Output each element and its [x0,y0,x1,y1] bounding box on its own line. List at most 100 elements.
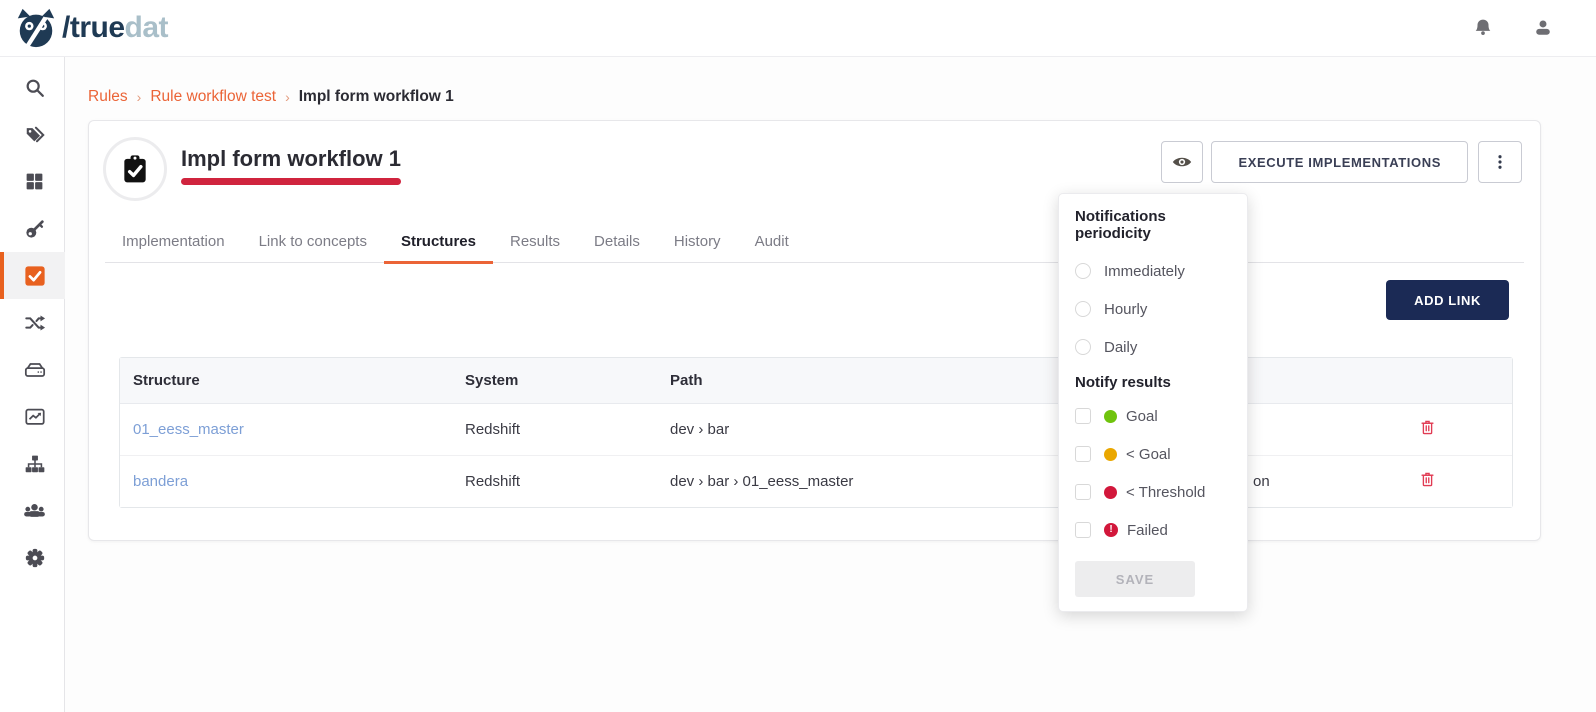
sidebar-item-quality[interactable] [0,393,65,440]
sidebar-item-key[interactable] [0,205,65,252]
save-button[interactable]: SAVE [1075,561,1195,597]
below-threshold-dot [1104,486,1117,499]
gear-icon [24,547,46,569]
extra-cell: on [1247,455,1342,507]
structure-link[interactable]: bandera [133,473,188,490]
system-cell: Redshift [452,404,657,455]
sidebar-item-lineage[interactable] [0,440,65,487]
system-cell: Redshift [452,455,657,507]
implementation-card: Impl form workflow 1 EXECUTE IMPLEMENTAT… [88,120,1541,541]
breadcrumb-separator: › [137,89,142,105]
trash-icon [1418,418,1437,437]
add-link-button[interactable]: ADD LINK [1386,280,1509,320]
execute-implementations-button[interactable]: EXECUTE IMPLEMENTATIONS [1211,141,1468,183]
tab-results[interactable]: Results [493,222,577,264]
radio-immediately[interactable] [1075,263,1091,279]
structure-link[interactable]: 01_eess_master [133,421,244,438]
tab-bar: Implementation Link to concepts Structur… [105,222,1524,263]
user-icon[interactable] [1532,17,1554,39]
table-row: 01_eess_master Redshift dev › bar [120,404,1512,455]
notify-results-title: Notify results [1075,374,1231,391]
sidebar-item-rules[interactable] [0,252,65,299]
chart-line-icon [24,406,46,428]
radio-option-daily[interactable]: Daily [1075,328,1231,366]
checkbox-option-failed[interactable]: ! Failed [1075,511,1231,549]
breadcrumb-rules[interactable]: Rules [88,88,128,106]
checkbox-option-below-goal[interactable]: < Goal [1075,435,1231,473]
structures-table: Structure System Path 01_eess_master Red… [119,357,1513,508]
breadcrumb-rule-workflow-test[interactable]: Rule workflow test [150,88,276,106]
checkbox-failed[interactable] [1075,522,1091,538]
checkbox-goal[interactable] [1075,408,1091,424]
radio-daily[interactable] [1075,339,1091,355]
owl-icon [14,6,58,50]
checkbox-label: Failed [1127,522,1168,539]
table-header-row: Structure System Path [120,358,1512,404]
checkbox-below-threshold[interactable] [1075,484,1091,500]
key-icon [24,218,46,240]
check-square-icon [24,265,46,287]
radio-option-immediately[interactable]: Immediately [1075,252,1231,290]
goal-dot [1104,410,1117,423]
eye-icon [1171,151,1193,173]
checkbox-label: < Goal [1126,446,1171,463]
tab-structures[interactable]: Structures [384,222,493,264]
sidebar [0,57,65,712]
radio-label: Immediately [1104,263,1185,280]
top-bar: /truedat [0,0,1596,57]
preview-button[interactable] [1161,141,1203,183]
entity-avatar [103,137,167,201]
sidebar-item-users[interactable] [0,487,65,534]
checkbox-label: < Threshold [1126,484,1205,501]
sidebar-item-tags[interactable] [0,111,65,158]
sidebar-item-shuffle[interactable] [0,299,65,346]
sidebar-item-storage[interactable] [0,346,65,393]
checkbox-below-goal[interactable] [1075,446,1091,462]
column-actions [1342,358,1512,404]
more-options-button[interactable] [1478,141,1522,183]
search-icon [24,77,46,99]
radio-label: Daily [1104,339,1137,356]
clipboard-check-icon [119,153,151,185]
trash-icon [1418,470,1437,489]
breadcrumb-separator: › [285,89,290,105]
radio-label: Hourly [1104,301,1147,318]
sidebar-item-search[interactable] [0,64,65,111]
delete-link-button[interactable] [1418,418,1437,437]
users-icon [23,499,46,522]
notifications-popup: Notifications periodicity Immediately Ho… [1058,193,1248,612]
grid-icon [24,171,45,192]
checkbox-option-below-threshold[interactable]: < Threshold [1075,473,1231,511]
breadcrumb-current: Impl form workflow 1 [299,88,454,106]
hard-drive-icon [24,359,46,381]
title-underline-bar [181,178,401,185]
delete-link-button[interactable] [1418,470,1437,489]
tab-audit[interactable]: Audit [738,222,806,264]
column-structure: Structure [120,358,452,404]
checkbox-option-goal[interactable]: Goal [1075,397,1231,435]
tab-history[interactable]: History [657,222,738,264]
failed-exclamation-icon: ! [1104,523,1118,537]
sidebar-item-settings[interactable] [0,534,65,581]
below-goal-dot [1104,448,1117,461]
breadcrumb: Rules › Rule workflow test › Impl form w… [88,88,454,106]
sitemap-icon [24,453,46,475]
page-title: Impl form workflow 1 [181,146,401,172]
radio-option-hourly[interactable]: Hourly [1075,290,1231,328]
column-extra [1247,358,1342,404]
kebab-menu-icon [1491,153,1509,171]
extra-cell [1247,404,1342,455]
bell-icon[interactable] [1472,17,1494,39]
column-system: System [452,358,657,404]
tab-implementation[interactable]: Implementation [105,222,242,264]
tags-icon [24,124,46,146]
logo-text: /truedat [62,11,168,45]
radio-hourly[interactable] [1075,301,1091,317]
shuffle-icon [24,312,46,334]
table-row: bandera Redshift dev › bar › 01_eess_mas… [120,455,1512,507]
tab-link-to-concepts[interactable]: Link to concepts [242,222,384,264]
truedat-logo[interactable]: /truedat [14,6,168,50]
tab-details[interactable]: Details [577,222,657,264]
sidebar-item-grid[interactable] [0,158,65,205]
checkbox-label: Goal [1126,408,1158,425]
